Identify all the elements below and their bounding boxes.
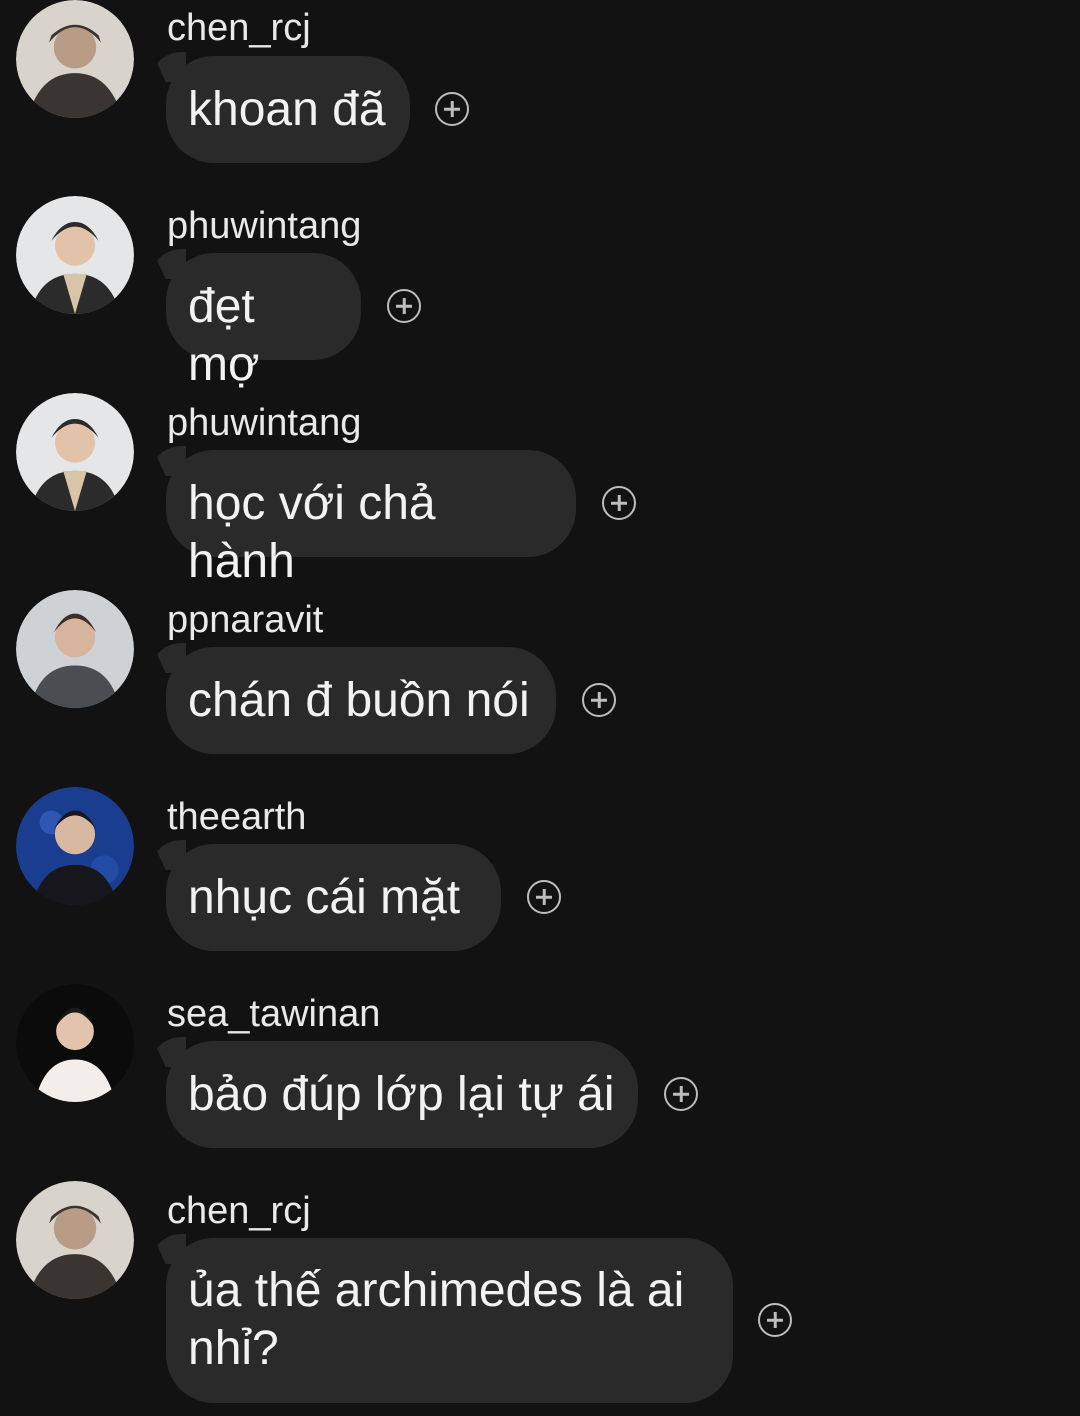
bubble-tail xyxy=(152,249,186,279)
message-bubble[interactable]: đẹt mợ xyxy=(152,249,361,391)
message-bubble[interactable]: ủa thế archimedes là ai nhỉ? xyxy=(152,1234,733,1403)
avatar[interactable] xyxy=(16,1181,134,1299)
message-bubble[interactable]: khoan đã xyxy=(152,52,410,163)
bubble-tail xyxy=(152,1037,186,1067)
bubble-tail xyxy=(152,52,186,82)
add-reaction-icon[interactable] xyxy=(527,880,561,914)
bubble-tail xyxy=(152,446,186,476)
avatar[interactable] xyxy=(16,0,134,118)
message-bubble[interactable]: học với chả hành xyxy=(152,446,576,588)
username[interactable]: phuwintang xyxy=(167,401,361,445)
add-reaction-icon[interactable] xyxy=(582,683,616,717)
add-reaction-icon[interactable] xyxy=(664,1077,698,1111)
username[interactable]: theearth xyxy=(167,795,306,839)
message-bubble[interactable]: chán đ buồn nói xyxy=(152,643,556,754)
avatar[interactable] xyxy=(16,590,134,708)
bubble-tail xyxy=(152,840,186,870)
add-reaction-icon[interactable] xyxy=(387,289,421,323)
message-text: nhục cái mặt xyxy=(188,871,461,924)
avatar[interactable] xyxy=(16,196,134,314)
username[interactable]: ppnaravit xyxy=(167,598,323,642)
message-text: bảo đúp lớp lại tự ái xyxy=(188,1068,615,1121)
message-bubble[interactable]: nhục cái mặt xyxy=(152,840,501,951)
message-bubble[interactable]: bảo đúp lớp lại tự ái xyxy=(152,1037,638,1148)
username[interactable]: chen_rcj xyxy=(167,1189,311,1233)
chat-thread: chen_rcj khoan đã phuwintang đẹt mợ phuw… xyxy=(0,0,1080,1416)
bubble-tail xyxy=(152,1234,186,1264)
avatar[interactable] xyxy=(16,984,134,1102)
username[interactable]: sea_tawinan xyxy=(167,992,380,1036)
avatar[interactable] xyxy=(16,787,134,905)
message-text: đẹt mợ xyxy=(188,280,260,391)
add-reaction-icon[interactable] xyxy=(758,1303,792,1337)
add-reaction-icon[interactable] xyxy=(602,486,636,520)
username[interactable]: chen_rcj xyxy=(167,6,311,50)
avatar[interactable] xyxy=(16,393,134,511)
message-text: khoan đã xyxy=(188,83,386,136)
username[interactable]: phuwintang xyxy=(167,204,361,248)
message-text: chán đ buồn nói xyxy=(188,674,530,727)
message-text: học với chả hành xyxy=(188,477,436,588)
bubble-tail xyxy=(152,643,186,673)
message-text: ủa thế archimedes là ai nhỉ? xyxy=(188,1264,685,1375)
add-reaction-icon[interactable] xyxy=(435,92,469,126)
